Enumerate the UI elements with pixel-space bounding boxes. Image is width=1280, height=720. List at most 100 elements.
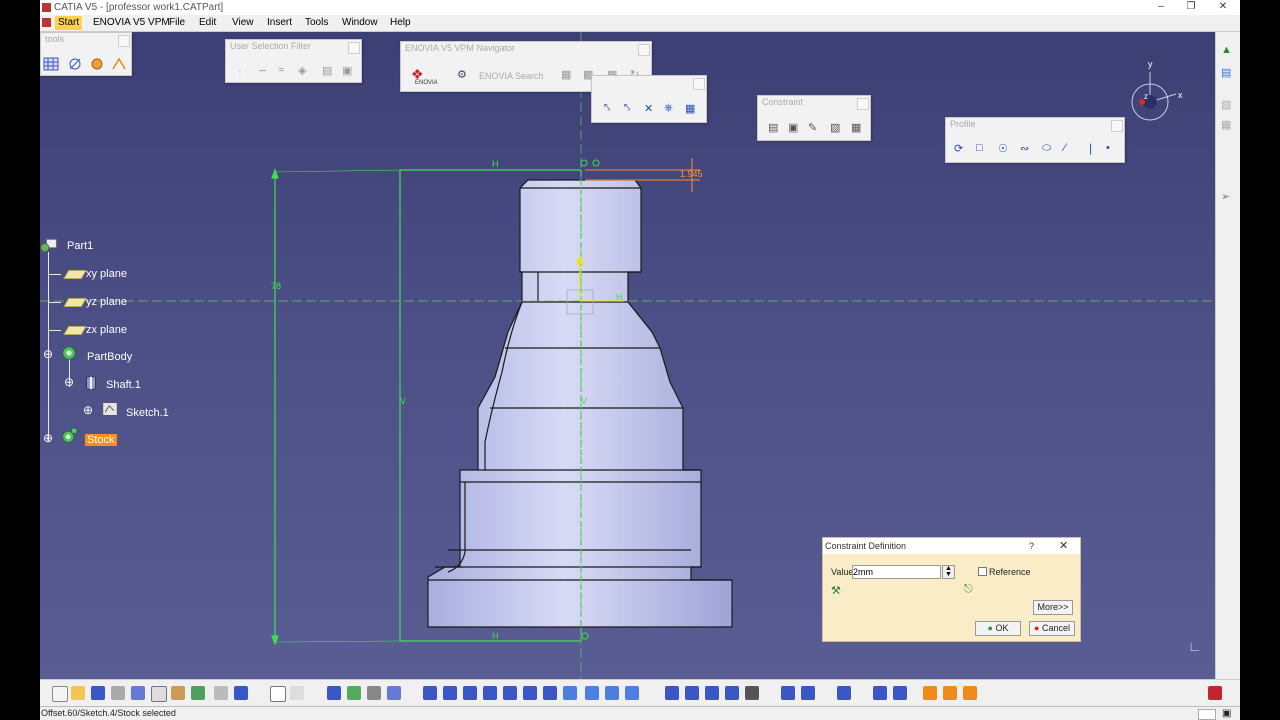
spline-icon[interactable]: ∾: [1020, 142, 1036, 156]
status-camera-icon[interactable]: ▣: [1222, 707, 1231, 720]
rectangle-icon[interactable]: □: [976, 142, 992, 156]
line-icon[interactable]: ∕: [1064, 142, 1080, 156]
offset-dimension-value[interactable]: 1.945: [680, 169, 703, 179]
auto-constraint-icon[interactable]: ▦: [851, 121, 867, 135]
formula-icon[interactable]: [270, 686, 286, 702]
product-icon[interactable]: [801, 686, 815, 700]
zoom-out-icon[interactable]: [523, 686, 537, 700]
print-icon[interactable]: [111, 686, 125, 700]
expand-partbody-icon[interactable]: ⊖: [43, 348, 53, 360]
dimension-icon[interactable]: [705, 686, 719, 700]
tree-item-shaft[interactable]: Shaft.1: [106, 379, 141, 391]
tree-item-sketch[interactable]: Sketch.1: [126, 407, 169, 419]
shaft-solid[interactable]: [427, 179, 733, 628]
undo-icon[interactable]: [191, 686, 205, 700]
select-icon[interactable]: [837, 686, 851, 700]
expand-shaft-icon[interactable]: ⊖: [64, 376, 74, 388]
sketch-icon-right[interactable]: ▤: [1221, 66, 1235, 80]
cut-icon[interactable]: [131, 686, 145, 700]
point-filter-icon[interactable]: ·: [238, 66, 254, 80]
analysis-icon[interactable]: [387, 686, 401, 700]
profile-icon[interactable]: ⟳: [954, 142, 970, 156]
tools-toolbar-close-icon[interactable]: [118, 35, 130, 47]
menu-tools[interactable]: Tools: [302, 16, 331, 30]
tree-item-zx-plane[interactable]: zx plane: [86, 324, 127, 336]
fly-mode-icon[interactable]: [423, 686, 437, 700]
circle-icon[interactable]: ☉: [998, 142, 1014, 156]
tree-item-yz-plane[interactable]: yz plane: [86, 296, 127, 308]
menu-edit[interactable]: Edit: [196, 16, 219, 30]
expand-stock-icon[interactable]: ⊕: [43, 432, 53, 444]
new-icon[interactable]: [52, 686, 68, 702]
visibility-icon[interactable]: ▦: [1221, 118, 1235, 132]
menu-start[interactable]: Start: [55, 16, 83, 30]
menu-enovia-vpm[interactable]: ENOVIA V5 VPM: [90, 16, 173, 30]
ok-button[interactable]: ● OK: [975, 621, 1021, 636]
feature-filter-icon[interactable]: ▤: [322, 64, 338, 78]
paste-icon[interactable]: [171, 686, 185, 700]
macro-edit-icon[interactable]: [963, 686, 977, 700]
sketch-analysis-icon[interactable]: [625, 686, 639, 700]
comment-icon[interactable]: [290, 686, 304, 700]
pan-icon[interactable]: [463, 686, 477, 700]
profile-toolbar-close-icon[interactable]: [1111, 120, 1123, 132]
zoom-in-icon[interactable]: [503, 686, 517, 700]
operations-toolbar-close-icon[interactable]: [693, 78, 705, 90]
enovia-search-label[interactable]: ENOVIA Search: [479, 71, 544, 81]
snap-to-point-icon[interactable]: [67, 57, 83, 71]
knowledge-icon[interactable]: [347, 686, 361, 700]
material-icon[interactable]: [873, 686, 887, 700]
shading-icon[interactable]: [585, 686, 599, 700]
copy-icon[interactable]: [151, 686, 167, 702]
surface-filter-icon[interactable]: ≈: [278, 64, 294, 78]
curve-filter-icon[interactable]: ∽: [258, 64, 274, 78]
project-3d-icon[interactable]: ▦: [685, 102, 701, 116]
user-selection-filter-close-icon[interactable]: [348, 42, 360, 54]
constraint-toolbar-close-icon[interactable]: [857, 98, 869, 110]
tree-item-part1[interactable]: Part1: [67, 240, 93, 252]
construction-element-icon[interactable]: [89, 57, 105, 71]
geometrical-dims-icon[interactable]: [725, 686, 739, 700]
lock-icon[interactable]: ⎋: [964, 583, 973, 596]
grid-icon[interactable]: [43, 57, 59, 71]
value-input[interactable]: 2mm: [852, 565, 941, 579]
redo-icon[interactable]: [214, 686, 228, 700]
more-button[interactable]: More>>: [1033, 600, 1073, 615]
ellipse-icon[interactable]: ⬭: [1042, 142, 1058, 156]
dialog-help-button[interactable]: ?: [1029, 538, 1034, 554]
macro-run-icon[interactable]: [943, 686, 957, 700]
expand-sketch-icon[interactable]: ⊕: [83, 404, 93, 416]
enovia-tree-icon[interactable]: ▦: [561, 68, 571, 81]
save-icon[interactable]: [91, 686, 105, 700]
link-icon[interactable]: [781, 686, 795, 700]
normal-view-icon[interactable]: [543, 686, 557, 700]
minimize-button[interactable]: –: [1148, 0, 1174, 15]
hide-show-icon[interactable]: [665, 686, 679, 700]
apply-material-icon[interactable]: [893, 686, 907, 700]
tree-item-partbody[interactable]: PartBody: [87, 351, 132, 363]
reference-checkbox[interactable]: [978, 567, 987, 576]
value-spinner-icon[interactable]: ▲ ▼: [942, 565, 955, 579]
close-window-button[interactable]: ✕: [1210, 0, 1236, 15]
constraint-icon[interactable]: ▣: [788, 121, 804, 135]
corner-icon[interactable]: ⤣: [604, 102, 620, 116]
rotate-icon[interactable]: [483, 686, 497, 700]
volume-filter-icon[interactable]: ◈: [298, 64, 314, 78]
catalog-icon[interactable]: [367, 686, 381, 700]
measure-icon[interactable]: [745, 686, 759, 700]
menu-help[interactable]: Help: [387, 16, 414, 30]
contact-constraint-icon[interactable]: ✎: [808, 121, 824, 135]
constraint-dialog-icon[interactable]: ▤: [768, 121, 784, 135]
measure-mode-icon[interactable]: ⚒: [831, 584, 841, 597]
menu-insert[interactable]: Insert: [264, 16, 295, 30]
enovia-search-icon[interactable]: ⚙: [457, 68, 467, 81]
menu-file[interactable]: File: [166, 16, 188, 30]
layers-icon[interactable]: ▧: [1221, 98, 1235, 112]
menu-window[interactable]: Window: [339, 16, 381, 30]
trim-icon[interactable]: ✕: [644, 102, 660, 116]
tree-item-stock[interactable]: Stock: [85, 434, 117, 446]
cancel-button[interactable]: ● Cancel: [1029, 621, 1075, 636]
height-dimension-value[interactable]: 78: [271, 281, 281, 291]
open-icon[interactable]: [71, 686, 85, 700]
tree-item-xy-plane[interactable]: xy plane: [86, 268, 127, 280]
